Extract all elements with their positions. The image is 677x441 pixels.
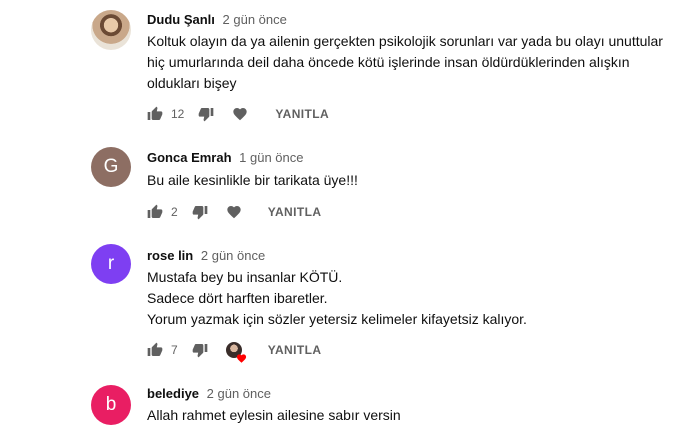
comment-text: Bu aile kesinlikle bir tarikata üye!!!: [147, 170, 358, 191]
comment-time[interactable]: 1 gün önce: [239, 150, 303, 165]
comment-line: Koltuk olayın da ya ailenin gerçekten ps…: [147, 33, 663, 49]
comment-header: rose lin 2 gün önce: [147, 248, 265, 263]
comment-time[interactable]: 2 gün önce: [223, 12, 287, 27]
avatar[interactable]: r: [91, 244, 131, 284]
comment-text: Allah rahmet eylesin ailesine sabır vers…: [147, 405, 401, 426]
comment-actions: 2 YANITLA: [147, 200, 321, 224]
reply-button[interactable]: YANITLA: [268, 205, 322, 219]
thumb-up-icon[interactable]: [147, 342, 163, 358]
comment-actions: 12 YANITLA: [147, 102, 329, 126]
comment-line: Mustafa bey bu insanlar KÖTÜ.: [147, 269, 343, 285]
comment-line: Allah rahmet eylesin ailesine sabır vers…: [147, 407, 401, 423]
comment-line: hiç umurlarında deil daha öncede kötü iş…: [147, 54, 630, 70]
comment-line: Sadece dört harften ibaretler.: [147, 290, 328, 306]
comment-header: Dudu Şanlı 2 gün önce: [147, 12, 287, 27]
comment-actions: 7 YANITLA: [147, 338, 322, 363]
comment-text: Koltuk olayın da ya ailenin gerçekten ps…: [147, 31, 663, 94]
thumb-down-icon[interactable]: [192, 342, 208, 358]
avatar[interactable]: G: [91, 147, 131, 187]
comment-time[interactable]: 2 gün önce: [201, 248, 265, 263]
reply-button[interactable]: YANITLA: [275, 107, 329, 121]
comment-time[interactable]: 2 gün önce: [207, 386, 271, 401]
thumb-up-icon[interactable]: [147, 204, 163, 220]
like-count: 2: [171, 205, 178, 219]
comment-header: Gonca Emrah 1 gün önce: [147, 150, 304, 165]
comment-text: Mustafa bey bu insanlar KÖTÜ. Sadece dör…: [147, 267, 527, 330]
author-name[interactable]: belediye: [147, 386, 199, 401]
avatar[interactable]: b: [91, 385, 131, 425]
like-count: 7: [171, 343, 178, 357]
thumb-up-icon[interactable]: [147, 106, 163, 122]
heart-icon[interactable]: [232, 106, 248, 122]
like-count: 12: [171, 107, 185, 121]
author-name[interactable]: rose lin: [147, 248, 193, 263]
avatar[interactable]: [91, 10, 131, 50]
creator-heart-badge: [225, 342, 246, 363]
heart-icon[interactable]: [226, 204, 242, 220]
comment-line: Bu aile kesinlikle bir tarikata üye!!!: [147, 172, 358, 188]
comment-header: belediye 2 gün önce: [147, 386, 271, 401]
author-name[interactable]: Dudu Şanlı: [147, 12, 215, 27]
heart-icon: [236, 351, 247, 363]
reply-button[interactable]: YANITLA: [268, 343, 322, 357]
comment-line: Yorum yazmak için sözler yetersiz kelime…: [147, 311, 527, 327]
thumb-down-icon[interactable]: [192, 204, 208, 220]
author-name[interactable]: Gonca Emrah: [147, 150, 232, 165]
comment-line: oldukları bişey: [147, 75, 237, 91]
thumb-down-icon[interactable]: [198, 106, 214, 122]
